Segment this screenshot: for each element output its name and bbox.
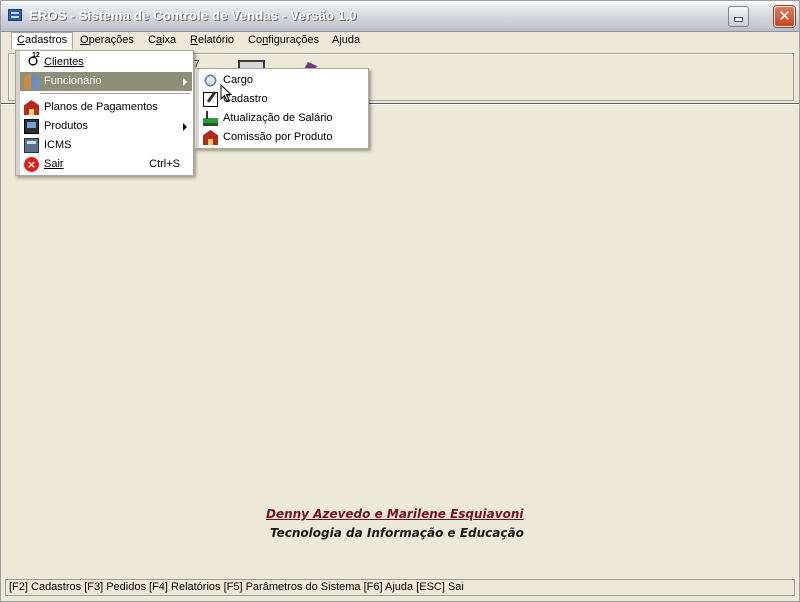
house-icon [24,100,39,115]
cadastros-menu: Clientes Funcionário Planos de Pagamento… [15,50,194,176]
menu-item-planos-de-pagamentos[interactable]: Planos de Pagamentos [20,98,192,117]
employee-icon [24,74,39,89]
product-icon [24,119,39,134]
house-icon [203,130,218,145]
shortcut-label: Ctrl+S [149,158,180,170]
menu-item-clientes[interactable]: Clientes [20,52,192,72]
menu-item-sair[interactable]: × Sair Ctrl+S [20,155,192,174]
clients-icon [24,52,40,70]
menu-item-funcionario[interactable]: Funcionário [20,72,192,91]
salary-icon [203,111,218,126]
menu-relatorio[interactable]: Relatório [184,32,240,49]
submenu-arrow-icon [183,123,187,131]
menu-item-icms[interactable]: ICMS [20,136,192,155]
menu-item-label: Planos de Pagamentos [44,101,158,113]
menu-item-produtos[interactable]: Produtos [20,117,192,136]
app-icon[interactable] [8,9,22,21]
menu-configuracoes[interactable]: Configurações [242,32,325,49]
menu-item-comissao-por-produto[interactable]: Comissão por Produto [199,128,367,147]
menu-operacoes[interactable]: Operações [74,32,140,49]
calculator-icon [24,138,39,153]
menu-cadastros[interactable]: Cadastros [11,32,74,49]
mouse-cursor-icon [220,84,232,102]
cargo-icon [203,73,218,88]
close-icon: ✕ [778,7,791,25]
exit-icon: × [24,157,39,172]
menu-item-label: Comissão por Produto [223,131,333,143]
credits-tagline: Tecnologia da Informação e Educação [270,526,524,540]
menu-item-label: Clientes [44,56,84,68]
menu-item-label: Produtos [44,120,89,132]
edit-icon [203,92,218,107]
minimize-button[interactable] [728,6,749,27]
funcionario-submenu: Cargo Cadastro Atualização de Salário Co… [194,68,369,149]
close-button[interactable]: ✕ [774,6,795,27]
menu-ajuda[interactable]: Ajuda [326,32,366,49]
menu-item-label: Sair [44,158,64,170]
menu-item-label: Atualização de Salário [223,112,333,124]
menu-caixa[interactable]: Caixa [142,32,182,49]
credits-authors: Denny Azevedo e Marilene Esquiavoni [266,507,524,521]
menu-bar: Cadastros Operações Caixa Relatório Conf… [1,32,799,50]
status-bar: [F2] Cadastros [F3] Pedidos [F4] Relatór… [5,579,795,596]
menu-item-label: ICMS [44,139,72,151]
window-title: EROS - Sistema de Controle de Vendas - V… [29,8,357,23]
app-window: EROS - Sistema de Controle de Vendas - V… [0,0,800,602]
menu-item-label: Funcionário [44,75,102,87]
menu-item-atualizacao-de-salario[interactable]: Atualização de Salário [199,109,367,128]
submenu-arrow-icon [183,78,187,86]
menu-separator [40,93,191,94]
menu-cadastros-rest: adastros [24,34,68,46]
title-bar[interactable]: EROS - Sistema de Controle de Vendas - V… [1,1,799,32]
